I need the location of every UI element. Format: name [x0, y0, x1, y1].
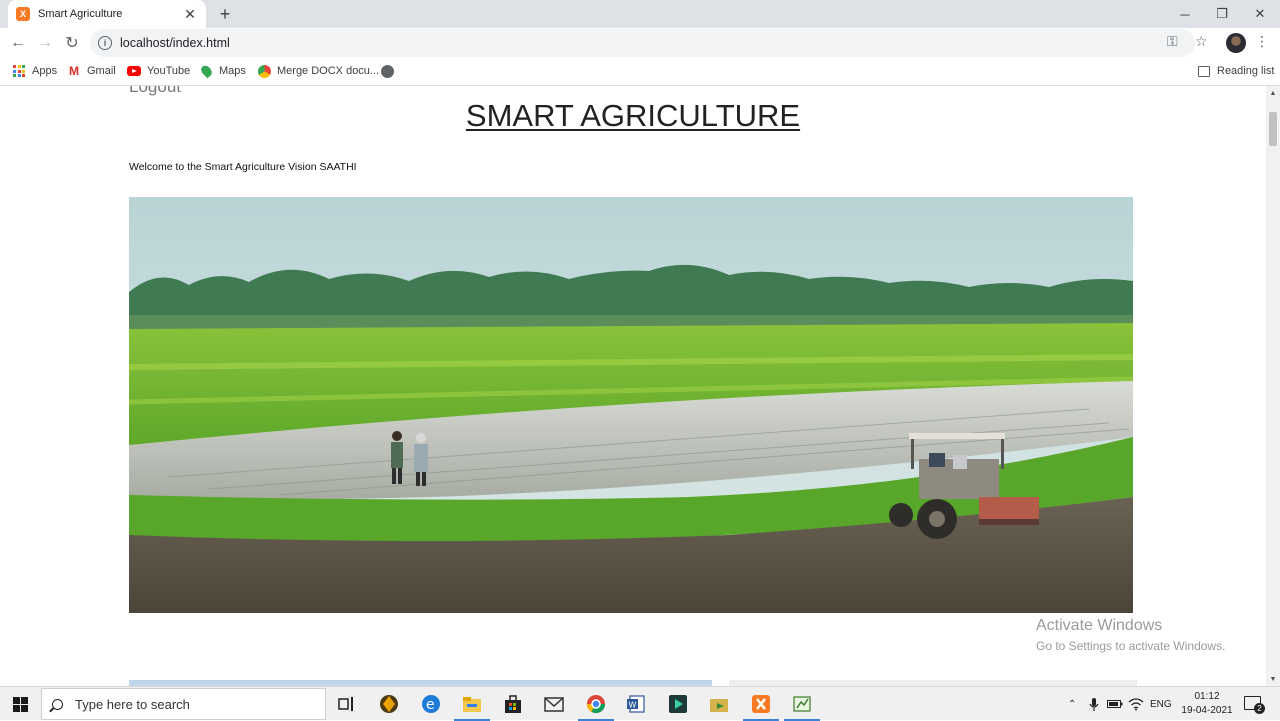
battery-icon[interactable] [1107, 687, 1123, 721]
site-info-icon[interactable]: i [98, 36, 112, 50]
activate-windows-watermark: Activate Windows Go to Settings to activ… [1036, 617, 1225, 653]
browser-tab-strip: X Smart Agriculture ✕ + ─ ❐ ✕ [0, 0, 1280, 28]
page-scrollbar[interactable]: ▲ ▼ [1266, 86, 1280, 686]
svg-text:e: e [426, 697, 435, 713]
bookmark-youtube[interactable]: YouTube [127, 64, 190, 78]
bookmark-star-icon[interactable]: ☆ [1195, 33, 1208, 50]
forward-arrow-icon[interactable]: → [33, 31, 57, 55]
youtube-icon [127, 64, 141, 78]
gmail-icon: M [69, 64, 79, 78]
bookmark-globe[interactable] [380, 64, 400, 78]
logout-link[interactable]: Logout [129, 86, 181, 97]
reading-list-button[interactable]: Reading list [1197, 64, 1274, 78]
profile-avatar[interactable] [1226, 33, 1246, 53]
windows-logo-icon [12, 696, 28, 712]
edge-browser-icon[interactable]: e [419, 692, 443, 716]
tab-title: Smart Agriculture [38, 8, 123, 20]
tab-close-icon[interactable]: ✕ [182, 6, 198, 22]
file-explorer-icon[interactable] [454, 692, 490, 721]
maps-icon [198, 63, 214, 79]
bookmark-label: Apps [32, 65, 58, 77]
bookmark-apps[interactable]: Apps [12, 64, 57, 78]
bookmark-label: YouTube [147, 65, 191, 77]
page-viewport: Logout SMART AGRICULTURE Welcome to the … [0, 86, 1266, 686]
restore-icon[interactable]: ❐ [1203, 0, 1241, 28]
mail-icon[interactable] [542, 692, 566, 716]
welcome-text: Welcome to the Smart Agriculture Vision … [129, 161, 357, 173]
word-icon[interactable]: W [624, 692, 648, 716]
scroll-up-arrow-icon[interactable]: ▲ [1266, 86, 1280, 100]
xampp-favicon-icon: X [16, 7, 30, 21]
media-player-icon[interactable] [666, 692, 690, 716]
clock-time: 01:12 [1194, 691, 1220, 702]
bookmark-gmail[interactable]: M Gmail [67, 64, 116, 78]
globe-icon [380, 64, 394, 78]
reading-list-label: Reading list [1217, 65, 1275, 77]
clock[interactable]: 01:12 19-04-2021 [1177, 690, 1237, 718]
back-arrow-icon[interactable]: ← [6, 31, 30, 55]
chrome-icon[interactable] [578, 692, 614, 721]
minimize-icon[interactable]: ─ [1166, 0, 1204, 28]
scroll-down-arrow-icon[interactable]: ▼ [1266, 672, 1280, 686]
bookmark-label: Gmail [87, 65, 116, 77]
folder-app-icon[interactable] [707, 692, 731, 716]
windows-taskbar: Type here to search e W ⌃ ENG 01:12 19-0… [0, 686, 1280, 721]
clock-date: 19-04-2021 [1181, 705, 1233, 716]
scroll-thumb[interactable] [1269, 112, 1277, 146]
store-bag-icon[interactable] [501, 692, 525, 716]
search-placeholder: Type here to search [75, 696, 190, 712]
task-view-icon[interactable] [335, 692, 359, 716]
bookmark-maps[interactable]: Maps [198, 63, 246, 79]
bookmark-label: Maps [219, 65, 246, 77]
start-button[interactable] [0, 687, 40, 721]
app-shield-icon[interactable] [377, 692, 401, 716]
reload-icon[interactable]: ↻ [60, 31, 84, 55]
taskbar-search[interactable]: Type here to search [41, 688, 326, 720]
show-hidden-icons-chevron-icon[interactable]: ⌃ [1068, 687, 1076, 721]
key-icon[interactable]: ⚿ [1167, 33, 1178, 50]
address-bar[interactable]: i localhost/index.html [90, 29, 1195, 57]
page-title: SMART AGRICULTURE [465, 98, 801, 133]
browser-tab[interactable]: X Smart Agriculture ✕ [8, 0, 206, 28]
window-close-icon[interactable]: ✕ [1241, 0, 1279, 28]
apps-grid-icon [12, 64, 26, 78]
browser-toolbar: ← → ↻ i localhost/index.html ⚿ ☆ ⋮ [0, 28, 1280, 58]
watermark-line2: Go to Settings to activate Windows. [1036, 639, 1226, 653]
microphone-icon[interactable] [1089, 687, 1099, 721]
browser-menu-icon[interactable]: ⋮ [1255, 33, 1269, 50]
hero-image [129, 197, 1133, 613]
merge-docx-icon [257, 64, 271, 78]
wifi-icon[interactable] [1128, 687, 1144, 721]
reading-list-icon [1197, 64, 1211, 78]
language-indicator[interactable]: ENG [1150, 687, 1172, 721]
bookmark-merge-docx[interactable]: Merge DOCX docu... [257, 64, 379, 78]
notification-count-badge: 2 [1254, 703, 1265, 714]
search-icon [52, 698, 63, 710]
svg-text:W: W [629, 701, 637, 710]
xampp-icon[interactable] [743, 692, 779, 721]
watermark-line1: Activate Windows [1036, 617, 1163, 634]
bookmark-label: Merge DOCX docu... [277, 65, 380, 77]
url-text[interactable]: localhost/index.html [120, 36, 230, 50]
bookmarks-bar: Apps M Gmail YouTube Maps Merge DOCX doc… [0, 58, 1280, 86]
spreadsheet-app-icon[interactable] [784, 692, 820, 721]
new-tab-plus-icon[interactable]: + [215, 4, 235, 24]
